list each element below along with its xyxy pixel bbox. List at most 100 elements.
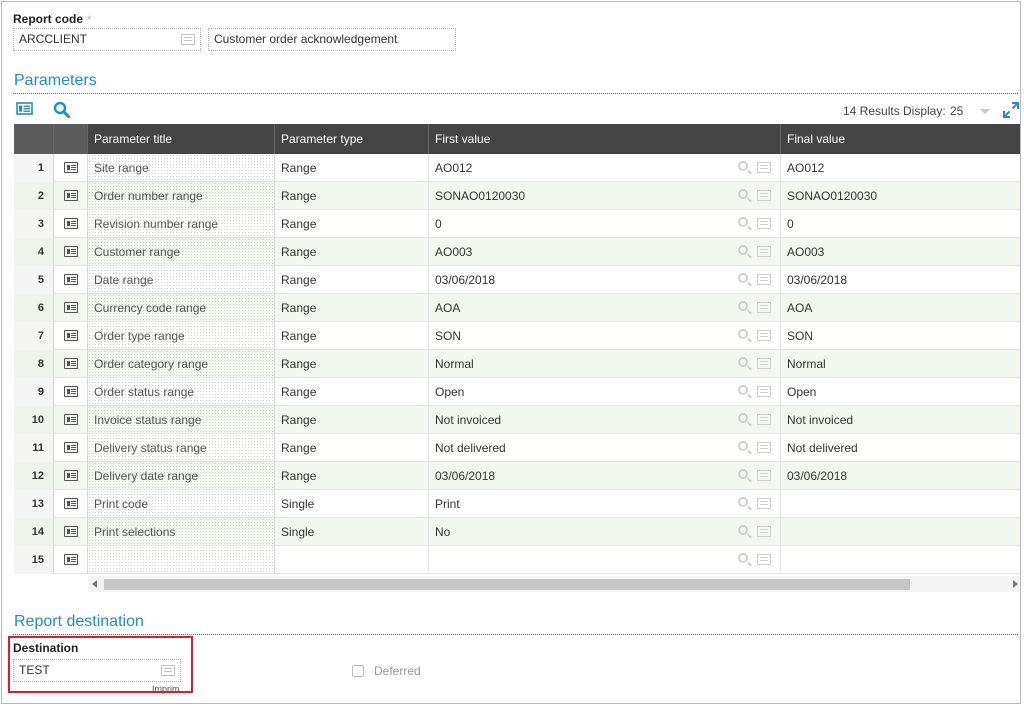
table-row[interactable]: 4 Customer range Range AO003 AO003: [14, 238, 1020, 266]
row-action-cell[interactable]: [54, 490, 88, 518]
final-value-cell[interactable]: AO012: [781, 154, 1020, 182]
row-action-cell[interactable]: [54, 406, 88, 434]
list-view-icon[interactable]: [16, 102, 34, 116]
column-header-title[interactable]: Parameter title: [88, 124, 275, 154]
table-row[interactable]: 7 Order type range Range SON SON: [14, 322, 1020, 350]
selection-icon[interactable]: [757, 246, 771, 257]
final-value-cell[interactable]: [781, 490, 1020, 518]
scroll-right-icon[interactable]: [1013, 580, 1018, 588]
deferred-checkbox[interactable]: [352, 665, 364, 677]
row-detail-icon[interactable]: [64, 218, 78, 229]
first-value-cell[interactable]: SON: [429, 322, 781, 350]
selection-icon[interactable]: [181, 34, 195, 45]
first-value-cell[interactable]: [429, 546, 781, 574]
final-value-cell[interactable]: Normal: [781, 350, 1020, 378]
row-action-cell[interactable]: [54, 378, 88, 406]
selection-icon[interactable]: [757, 358, 771, 369]
selection-icon[interactable]: [757, 274, 771, 285]
final-value-cell[interactable]: [781, 518, 1020, 546]
lookup-search-icon[interactable]: [738, 385, 748, 395]
selection-icon[interactable]: [757, 386, 771, 397]
first-value-cell[interactable]: Normal: [429, 350, 781, 378]
first-value-cell[interactable]: Print: [429, 490, 781, 518]
row-detail-icon[interactable]: [64, 414, 78, 425]
final-value-cell[interactable]: Not invoiced: [781, 406, 1020, 434]
first-value-cell[interactable]: 0: [429, 210, 781, 238]
expand-icon[interactable]: [1003, 102, 1019, 118]
first-value-cell[interactable]: AO003: [429, 238, 781, 266]
first-value-cell[interactable]: 03/06/2018: [429, 266, 781, 294]
row-detail-icon[interactable]: [64, 190, 78, 201]
row-detail-icon[interactable]: [64, 498, 78, 509]
row-action-cell[interactable]: [54, 266, 88, 294]
report-code-field[interactable]: ARCCLIENT: [13, 28, 201, 51]
lookup-search-icon[interactable]: [738, 413, 748, 423]
selection-icon[interactable]: [757, 414, 771, 425]
lookup-search-icon[interactable]: [738, 189, 748, 199]
selection-icon[interactable]: [757, 162, 771, 173]
table-row[interactable]: 15: [14, 546, 1020, 574]
final-value-cell[interactable]: 0: [781, 210, 1020, 238]
lookup-search-icon[interactable]: [738, 469, 748, 479]
row-action-cell[interactable]: [54, 434, 88, 462]
row-action-cell[interactable]: [54, 322, 88, 350]
table-row[interactable]: 1 Site range Range AO012 AO012: [14, 154, 1020, 182]
row-action-cell[interactable]: [54, 154, 88, 182]
row-action-cell[interactable]: [54, 238, 88, 266]
row-action-cell[interactable]: [54, 182, 88, 210]
lookup-search-icon[interactable]: [738, 245, 748, 255]
first-value-cell[interactable]: Open: [429, 378, 781, 406]
row-detail-icon[interactable]: [64, 386, 78, 397]
row-detail-icon[interactable]: [64, 358, 78, 369]
selection-icon[interactable]: [757, 218, 771, 229]
table-row[interactable]: 6 Currency code range Range AOA AOA: [14, 294, 1020, 322]
final-value-cell[interactable]: AO003: [781, 238, 1020, 266]
first-value-cell[interactable]: Not delivered: [429, 434, 781, 462]
selection-icon[interactable]: [757, 498, 771, 509]
table-row[interactable]: 8 Order category range Range Normal Normal: [14, 350, 1020, 378]
table-row[interactable]: 3 Revision number range Range 0 0: [14, 210, 1020, 238]
chevron-down-icon[interactable]: [980, 109, 990, 114]
lookup-search-icon[interactable]: [738, 301, 748, 311]
lookup-search-icon[interactable]: [738, 441, 748, 451]
table-row[interactable]: 5 Date range Range 03/06/2018 03/06/2018: [14, 266, 1020, 294]
final-value-cell[interactable]: Open: [781, 378, 1020, 406]
table-row[interactable]: 9 Order status range Range Open Open: [14, 378, 1020, 406]
first-value-cell[interactable]: SONAO0120030: [429, 182, 781, 210]
row-detail-icon[interactable]: [64, 526, 78, 537]
selection-icon[interactable]: [757, 302, 771, 313]
selection-icon[interactable]: [757, 330, 771, 341]
display-count-select[interactable]: 25: [950, 104, 963, 118]
final-value-cell[interactable]: 03/06/2018: [781, 266, 1020, 294]
first-value-cell[interactable]: Not invoiced: [429, 406, 781, 434]
lookup-search-icon[interactable]: [738, 357, 748, 367]
scrollbar-thumb[interactable]: [104, 579, 910, 590]
lookup-search-icon[interactable]: [738, 525, 748, 535]
column-header-type[interactable]: Parameter type: [275, 124, 429, 154]
selection-icon[interactable]: [757, 526, 771, 537]
lookup-search-icon[interactable]: [738, 553, 748, 563]
row-action-cell[interactable]: [54, 294, 88, 322]
table-row[interactable]: 12 Delivery date range Range 03/06/2018 03/0…: [14, 462, 1020, 490]
column-header-final-value[interactable]: Final value: [781, 124, 1020, 154]
selection-icon[interactable]: [757, 470, 771, 481]
lookup-search-icon[interactable]: [738, 497, 748, 507]
lookup-search-icon[interactable]: [738, 273, 748, 283]
first-value-cell[interactable]: AO012: [429, 154, 781, 182]
row-action-cell[interactable]: [54, 546, 88, 574]
final-value-cell[interactable]: SON: [781, 322, 1020, 350]
horizontal-scrollbar[interactable]: [88, 576, 1020, 592]
column-header-first-value[interactable]: First value: [429, 124, 781, 154]
selection-icon[interactable]: [757, 554, 771, 565]
final-value-cell[interactable]: [781, 546, 1020, 574]
selection-icon[interactable]: [757, 442, 771, 453]
row-action-cell[interactable]: [54, 518, 88, 546]
row-detail-icon[interactable]: [64, 554, 78, 565]
table-row[interactable]: 10 Invoice status range Range Not invoiced N…: [14, 406, 1020, 434]
first-value-cell[interactable]: 03/06/2018: [429, 462, 781, 490]
scroll-left-icon[interactable]: [92, 580, 97, 588]
row-detail-icon[interactable]: [64, 442, 78, 453]
lookup-search-icon[interactable]: [738, 161, 748, 171]
first-value-cell[interactable]: AOA: [429, 294, 781, 322]
lookup-search-icon[interactable]: [738, 217, 748, 227]
